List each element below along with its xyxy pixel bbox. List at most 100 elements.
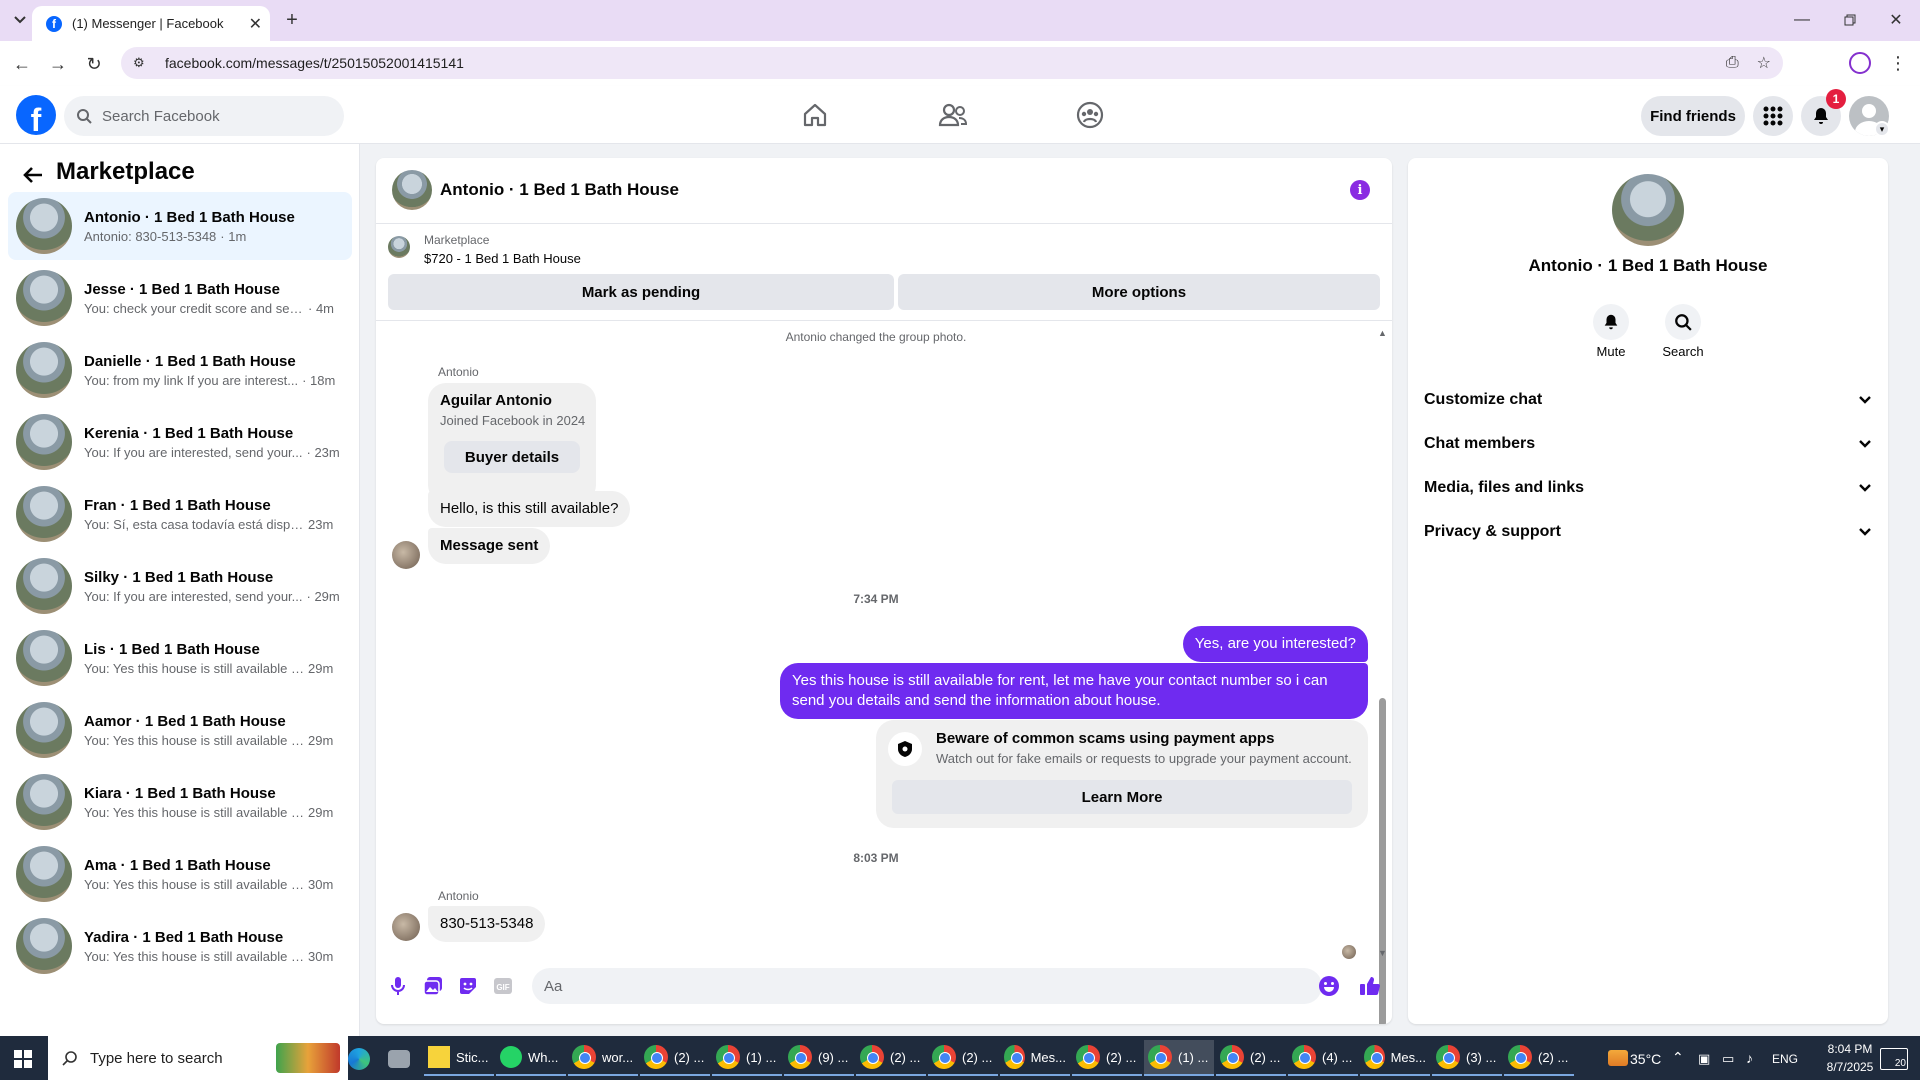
conversation-item[interactable]: Antonio · 1 Bed 1 Bath House Antonio: 830… (8, 192, 352, 260)
close-window-icon[interactable]: ✕ (1884, 8, 1908, 32)
message-outgoing[interactable]: Yes this house is still available for re… (780, 663, 1368, 719)
details-avatar[interactable] (1612, 174, 1684, 246)
clock-date[interactable]: 8/7/2025 (1810, 1060, 1890, 1074)
conversation-item[interactable]: Fran · 1 Bed 1 Bath House You: Sí, esta c… (8, 480, 352, 548)
account-chevron-icon[interactable]: ▾ (1874, 121, 1890, 137)
chrome-icon (860, 1045, 884, 1069)
sender-avatar[interactable] (392, 541, 420, 569)
details-section-row[interactable]: Chat members (1424, 424, 1872, 464)
chat-title[interactable]: Antonio · 1 Bed 1 Bath House (440, 180, 679, 200)
taskbar-search-box[interactable]: Type here to search (48, 1036, 348, 1080)
windows-start-icon[interactable] (10, 1046, 36, 1072)
listing-thumbnail[interactable] (388, 236, 410, 258)
scrollbar[interactable]: ▲ ▼ (1378, 328, 1387, 1024)
conversation-item[interactable]: Danielle · 1 Bed 1 Bath House You: from m… (8, 336, 352, 404)
taskbar-app-button[interactable]: (1) ... (1144, 1040, 1214, 1076)
taskbar-app-button[interactable]: (9) ... (784, 1040, 854, 1076)
app-icon[interactable] (386, 1046, 412, 1072)
close-tab-icon[interactable]: ✕ (249, 14, 262, 34)
restore-icon[interactable] (1838, 8, 1862, 32)
site-info-icon[interactable]: ⚙ (133, 55, 153, 71)
sender-avatar[interactable] (392, 913, 420, 941)
taskbar-app-button[interactable]: Wh... (496, 1040, 566, 1076)
conversation-item[interactable]: Jesse · 1 Bed 1 Bath House You: check you… (8, 264, 352, 332)
scam-body: Watch out for fake emails or requests to… (936, 751, 1352, 766)
taskbar-app-button[interactable]: (1) ... (712, 1040, 782, 1076)
message-incoming[interactable]: 830-513-5348 (428, 906, 546, 942)
facebook-logo-icon[interactable]: f (16, 95, 56, 135)
whatsapp-icon (500, 1046, 522, 1068)
tray-camera-icon[interactable]: ▣ (1698, 1051, 1710, 1067)
home-icon[interactable] (800, 100, 830, 130)
groups-icon[interactable] (1074, 100, 1106, 130)
conversation-item[interactable]: Kiara · 1 Bed 1 Bath House You: Yes this … (8, 768, 352, 836)
taskbar-app-button[interactable]: (2) ... (1072, 1040, 1142, 1076)
conversation-item[interactable]: Ama · 1 Bed 1 Bath House You: Yes this ho… (8, 840, 352, 908)
taskbar-app-button[interactable]: (4) ... (1288, 1040, 1358, 1076)
taskbar-app-button[interactable]: (2) ... (856, 1040, 926, 1076)
taskbar-app-button[interactable]: (2) ... (640, 1040, 710, 1076)
address-bar[interactable]: ⚙ facebook.com/messages/t/25015052001415… (121, 47, 1783, 79)
details-section-row[interactable]: Privacy & support (1424, 512, 1872, 552)
taskbar-app-button[interactable]: (2) ... (928, 1040, 998, 1076)
details-section-row[interactable]: Media, files and links (1424, 468, 1872, 508)
thumbs-up-icon[interactable] (1358, 974, 1382, 998)
forward-icon[interactable]: → (46, 52, 70, 76)
taskbar-app-button[interactable]: wor... (568, 1040, 638, 1076)
conversation-item[interactable]: Aamor · 1 Bed 1 Bath House You: Yes this … (8, 696, 352, 764)
more-options-button[interactable]: More options (898, 274, 1380, 310)
reload-icon[interactable]: ↻ (82, 52, 106, 76)
taskbar-app-button[interactable]: Mes... (1360, 1040, 1430, 1076)
conversation-item[interactable]: Silky · 1 Bed 1 Bath House You: If you ar… (8, 552, 352, 620)
emoji-icon[interactable] (1319, 976, 1339, 996)
notification-center-icon[interactable]: 20 (1880, 1048, 1908, 1070)
browser-tab[interactable]: f (1) Messenger | Facebook ✕ (32, 6, 270, 41)
message-outgoing[interactable]: Yes, are you interested? (1182, 626, 1368, 662)
conversation-item[interactable]: Lis · 1 Bed 1 Bath House You: Yes this ho… (8, 624, 352, 692)
message-incoming[interactable]: Message sent (428, 528, 551, 564)
back-arrow-icon[interactable] (18, 160, 48, 190)
menu-grid-icon[interactable] (1753, 96, 1793, 136)
details-section-row[interactable]: Customize chat (1424, 380, 1872, 420)
chat-thumbnail[interactable] (392, 170, 432, 210)
find-friends-button[interactable]: Find friends (1641, 96, 1745, 136)
install-app-icon[interactable]: ⎙ (1726, 54, 1739, 72)
search-conversation-icon[interactable] (1665, 304, 1701, 340)
sticker-icon[interactable] (456, 974, 480, 998)
profile-icon[interactable] (1849, 52, 1871, 74)
clock-time[interactable]: 8:04 PM (1810, 1042, 1890, 1056)
photo-icon[interactable] (421, 974, 445, 998)
microphone-icon[interactable] (386, 974, 410, 998)
taskbar-app-button[interactable]: (3) ... (1432, 1040, 1502, 1076)
listing-price[interactable]: $720 - 1 Bed 1 Bath House (424, 251, 581, 266)
conversation-time: · 18m (302, 372, 336, 388)
tray-chevron-icon[interactable]: ⌃ (1672, 1049, 1684, 1066)
language-indicator[interactable]: ENG (1772, 1052, 1798, 1066)
conversation-item[interactable]: Kerenia · 1 Bed 1 Bath House You: If you … (8, 408, 352, 476)
conversation-item[interactable]: Yadira · 1 Bed 1 Bath House You: Yes this… (8, 912, 352, 980)
mark-as-pending-button[interactable]: Mark as pending (388, 274, 894, 310)
info-icon[interactable]: i (1350, 180, 1370, 200)
mute-bell-icon[interactable] (1593, 304, 1629, 340)
edge-browser-icon[interactable] (346, 1046, 372, 1072)
gif-icon[interactable]: GIF (491, 974, 515, 998)
facebook-search-input[interactable]: Search Facebook (64, 96, 344, 136)
friends-icon[interactable] (938, 100, 968, 130)
learn-more-button[interactable]: Learn More (892, 780, 1352, 814)
bookmark-star-icon[interactable]: ☆ (1757, 53, 1771, 73)
taskbar-app-button[interactable]: Mes... (1000, 1040, 1070, 1076)
tab-list-icon[interactable] (8, 8, 32, 32)
volume-icon[interactable]: ♪ (1746, 1050, 1753, 1066)
message-incoming[interactable]: Hello, is this still available? (428, 491, 631, 527)
minimize-icon[interactable]: — (1790, 8, 1814, 32)
browser-menu-icon[interactable]: ⋮ (1889, 52, 1907, 74)
taskbar-app-button[interactable]: (2) ... (1216, 1040, 1286, 1076)
network-icon[interactable]: ▭ (1722, 1051, 1734, 1067)
taskbar-app-button[interactable]: (2) ... (1504, 1040, 1574, 1076)
new-tab-icon[interactable]: + (280, 8, 304, 32)
conversation-name: Kiara · 1 Bed 1 Bath House (84, 784, 276, 802)
back-icon[interactable]: ← (10, 52, 34, 76)
taskbar-app-button[interactable]: Stic... (424, 1040, 494, 1076)
buyer-details-button[interactable]: Buyer details (444, 441, 580, 473)
message-input[interactable]: Aa (532, 968, 1322, 1004)
